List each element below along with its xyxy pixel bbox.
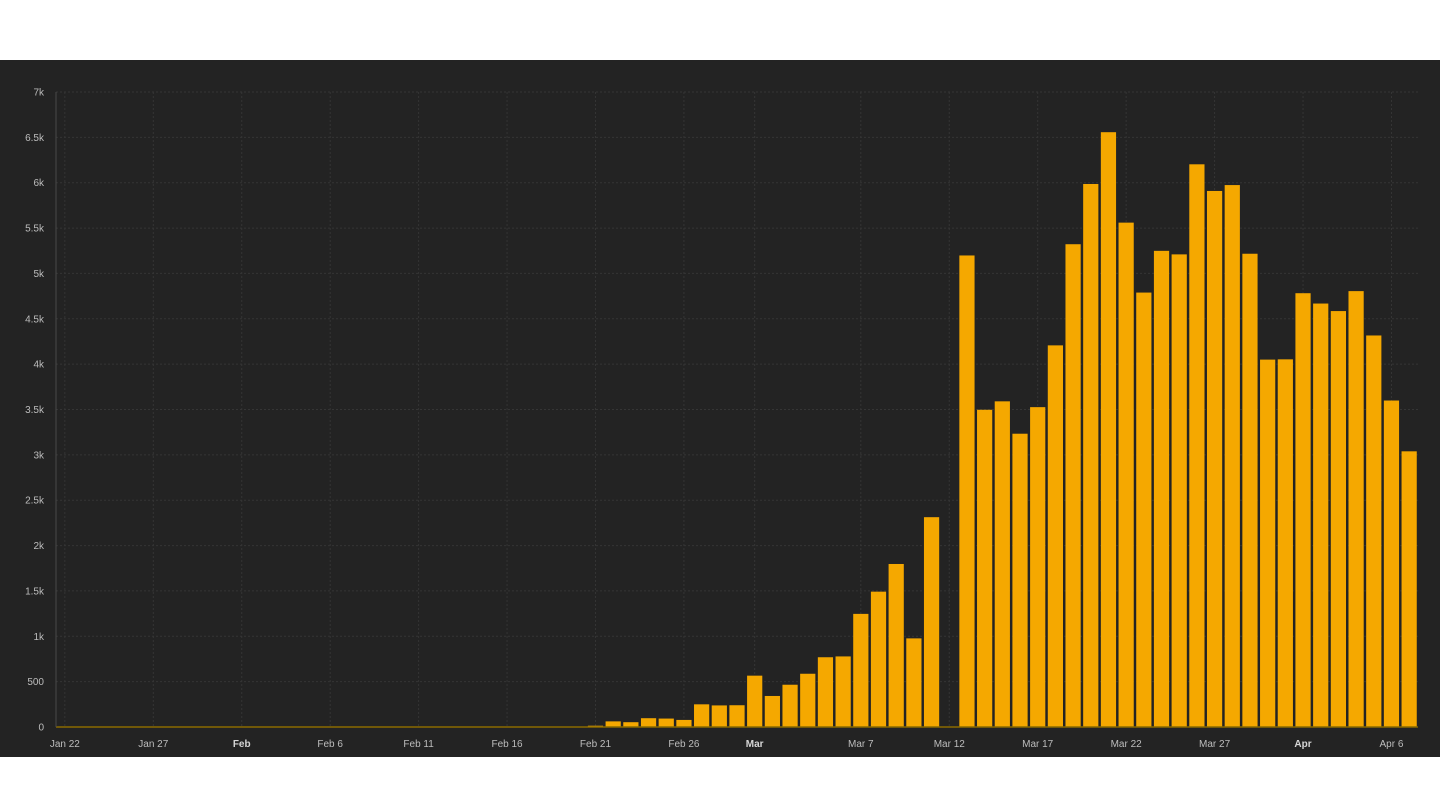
bar	[853, 613, 869, 727]
chart-panel: 0 500 1k 1.5k 2k 2.5k 3k 3.5k 4k 4.5k 5k 5.5k 6k 6.5k…	[0, 60, 1440, 757]
bar	[800, 673, 816, 727]
y-tick-label: 0	[38, 723, 44, 734]
bar	[1242, 253, 1258, 727]
bar	[747, 675, 763, 727]
y-tick-label: 1k	[33, 632, 45, 643]
bar	[711, 705, 727, 727]
x-tick-label: Apr 6	[1380, 739, 1404, 750]
bar	[1206, 190, 1223, 727]
y-tick-label: 4k	[33, 360, 45, 371]
y-tick-label: 500	[27, 677, 44, 688]
y-tick-label: 2.5k	[25, 496, 45, 507]
bar	[640, 718, 657, 727]
x-tick-label: Mar 7	[848, 739, 874, 750]
bar	[817, 657, 834, 727]
bar	[835, 656, 851, 727]
y-tick-label: 4.5k	[25, 314, 45, 325]
bar	[1171, 254, 1187, 727]
bar	[605, 721, 621, 727]
y-tick-label: 2k	[33, 541, 45, 552]
x-tick-label: Mar 17	[1022, 739, 1054, 750]
bar	[1100, 132, 1117, 728]
bar	[959, 255, 975, 727]
x-tick-label: Feb 16	[491, 739, 523, 750]
bar	[764, 695, 780, 727]
y-tick-label: 5.5k	[25, 224, 45, 235]
bar	[1012, 433, 1028, 727]
bar	[676, 719, 692, 727]
bar	[1366, 335, 1382, 727]
bar	[1224, 185, 1240, 727]
y-tick-label: 1.5k	[25, 586, 45, 597]
bar	[1118, 222, 1134, 727]
bar	[658, 718, 674, 727]
bar	[1260, 359, 1276, 727]
x-tick-label: Feb 6	[317, 739, 343, 750]
daily-bar-chart: 0 500 1k 1.5k 2k 2.5k 3k 3.5k 4k 4.5k 5k 5.5k 6k 6.5k…	[25, 88, 1418, 750]
y-tick-label: 3.5k	[25, 405, 45, 416]
bar	[694, 704, 710, 727]
x-tick-label: Feb 26	[668, 739, 700, 750]
bar	[1383, 400, 1400, 727]
bar	[1330, 311, 1347, 727]
bar	[729, 705, 745, 727]
y-tick-label: 3k	[33, 450, 45, 461]
bar	[1348, 291, 1364, 727]
bar	[906, 638, 922, 727]
bar	[1065, 244, 1081, 727]
y-tick-label: 7k	[33, 88, 45, 99]
x-tick-label: Jan 22	[50, 739, 80, 750]
bar	[1153, 250, 1170, 728]
bar	[1083, 183, 1099, 728]
x-tick-label: Mar 12	[934, 739, 966, 750]
bar	[1136, 292, 1152, 727]
x-tick-label: Mar 22	[1111, 739, 1143, 750]
x-tick-label: Mar 27	[1199, 739, 1231, 750]
bar	[1277, 359, 1293, 727]
x-tick-label: Apr	[1294, 739, 1311, 750]
y-axis-tick-labels: 0 500 1k 1.5k 2k 2.5k 3k 3.5k 4k 4.5k 5k 5.5k 6k 6.5k…	[25, 88, 45, 734]
bar	[888, 563, 904, 727]
x-tick-label: Jan 27	[138, 739, 168, 750]
bar	[1313, 303, 1329, 727]
bar	[1189, 164, 1205, 727]
x-tick-label: Feb	[233, 739, 251, 750]
bar	[923, 517, 940, 727]
x-tick-label: Feb 21	[580, 739, 612, 750]
bar	[1295, 293, 1311, 727]
bar	[977, 409, 993, 727]
bar	[994, 401, 1010, 727]
bar	[1401, 451, 1417, 727]
bar	[1030, 407, 1046, 727]
bar	[1047, 345, 1063, 727]
y-tick-label: 6k	[33, 178, 45, 189]
x-tick-label: Feb 11	[403, 739, 434, 750]
y-tick-label: 6.5k	[25, 133, 45, 144]
y-tick-label: 5k	[33, 269, 45, 280]
x-axis-tick-labels: Jan 22 Jan 27 Feb Feb 6 Feb 11 Feb 16 Feb 21 Fe…	[50, 739, 1404, 750]
bar	[782, 684, 798, 727]
bars	[587, 132, 1417, 728]
bar	[870, 591, 887, 727]
x-tick-label: Mar	[746, 739, 764, 750]
